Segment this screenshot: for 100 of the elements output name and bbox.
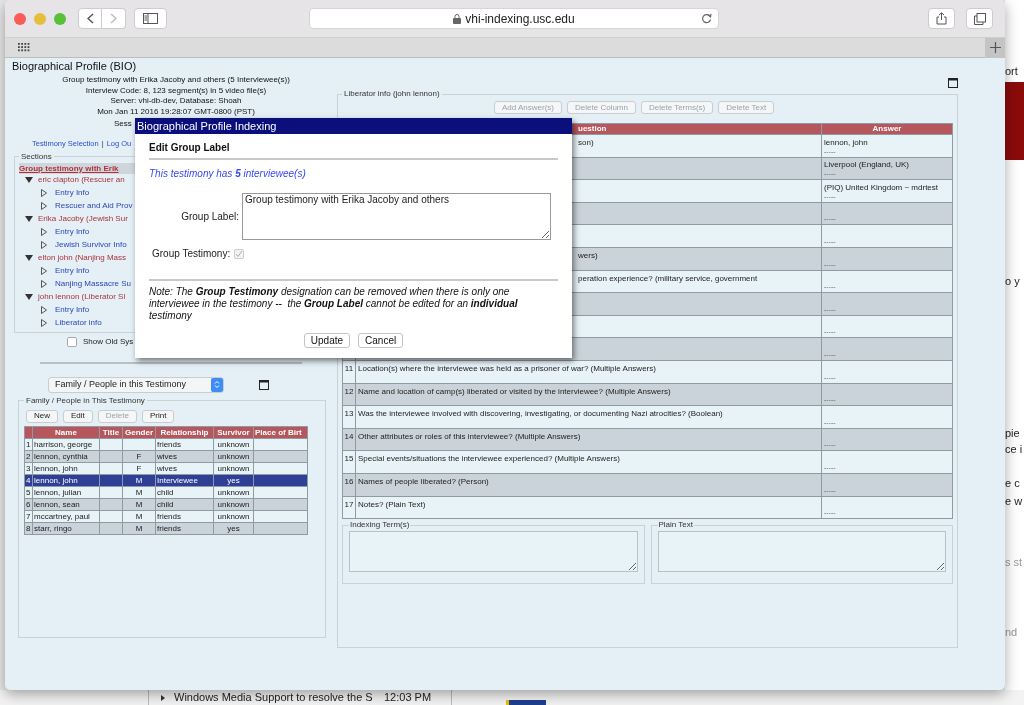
select-field[interactable]: Family / People in this Testimony (48, 376, 224, 393)
checkbox-label: Show Old Sys (83, 335, 134, 348)
legend-text: Indexing Term(s) (349, 519, 411, 532)
new-tab-button[interactable] (985, 37, 1005, 58)
tabs-icon (973, 12, 986, 25)
table-cell (253, 510, 308, 522)
table-cell: M (122, 486, 156, 498)
tabs-button[interactable] (966, 8, 993, 29)
table-cell: yes (213, 522, 254, 534)
row-number: 8 (24, 522, 33, 534)
sidebar-button[interactable] (134, 8, 167, 29)
toolbar-button[interactable]: New (26, 409, 58, 423)
table-cell (253, 474, 308, 486)
question-cell: Location(s) where the interviewee was held as a prisoner of war? (Multiple Answers) (355, 360, 822, 384)
table-cell: unknown (213, 438, 254, 450)
table-cell: child (155, 498, 214, 510)
tree-item[interactable]: eric clapton (Rescuer an (38, 174, 125, 186)
tree-item[interactable]: john lennon (Liberator Sl (38, 291, 126, 303)
table-cell (99, 438, 123, 450)
url-text: vhi-indexing.usc.edu (465, 10, 575, 28)
tree-item[interactable]: elton john (Nanjing Mass (38, 252, 127, 264)
row-number: 3 (24, 462, 33, 474)
address-bar[interactable]: vhi-indexing.usc.edu (309, 8, 719, 29)
table-cell: mccartney, paul (32, 510, 100, 522)
table-cell: lennon, cynthia (32, 450, 100, 462)
table-cell: harrison, george (32, 438, 100, 450)
table-cell: M (122, 498, 156, 510)
background-text: e c (1005, 478, 1020, 489)
tree-item[interactable]: Entry Info (55, 304, 90, 316)
row-number: 17 (342, 496, 356, 519)
background-text: s st (1005, 557, 1023, 568)
question-cell: Names of people liberated? (Person) (355, 473, 822, 496)
toolbar-button[interactable]: Print (141, 409, 175, 423)
table-cell: unknown (213, 498, 254, 510)
column-header: Answer (821, 123, 953, 135)
row-number: 1 (24, 438, 33, 450)
expanded-icon[interactable] (25, 216, 33, 222)
taskbar-item[interactable]: Windows Media Support to resolve the S (174, 689, 384, 705)
collapsed-icon[interactable] (41, 267, 47, 275)
collapsed-icon[interactable] (41, 202, 47, 210)
table-cell (99, 486, 123, 498)
tree-item[interactable]: Entry Info (55, 226, 90, 238)
grid-icon[interactable] (18, 43, 30, 52)
table-cell: yes (213, 474, 254, 486)
share-icon (936, 12, 947, 25)
collapsed-icon[interactable] (41, 319, 47, 327)
toolbar-button[interactable]: Edit (63, 409, 93, 423)
maximize-icon[interactable] (259, 379, 269, 390)
checkbox[interactable] (67, 336, 77, 347)
question-cell: Other attributes or roles of this interviewee? (Multiple Answers) (355, 428, 822, 451)
back-button[interactable] (78, 8, 102, 29)
collapsed-icon[interactable] (41, 228, 47, 236)
tree-item[interactable]: Liberator info (55, 317, 102, 329)
table-cell (253, 462, 308, 474)
tree-item[interactable]: Erika Jacoby (Jewish Sur (38, 213, 128, 225)
app-icon[interactable] (506, 700, 547, 705)
dialog-button[interactable]: Cancel (358, 333, 404, 348)
row-number: 11 (342, 360, 356, 384)
table-cell: lennon, sean (32, 498, 100, 510)
table-cell (253, 438, 308, 450)
collapsed-icon[interactable] (41, 189, 47, 197)
tree-item[interactable]: Nanjing Massacre Su (55, 278, 132, 290)
header-info-text: Sess (114, 119, 132, 130)
table-cell (253, 450, 308, 462)
group-label-field[interactable]: Group testimony with Erika Jacoby and others (242, 193, 551, 240)
expand-icon[interactable] (161, 694, 165, 701)
row-number: 16 (342, 473, 356, 496)
table-cell: unknown (213, 486, 254, 498)
row-number: 15 (342, 450, 356, 474)
row-number: 13 (342, 405, 356, 429)
row-number: 5 (24, 486, 33, 498)
table-cell (253, 486, 308, 498)
expanded-icon[interactable] (25, 294, 33, 300)
header-info-text: Server: vhi-db-dev, Database: Shoah (110, 96, 242, 107)
dialog-button[interactable]: Update (303, 333, 351, 348)
tree-item[interactable]: Entry Info (55, 265, 90, 277)
column-header: Title (99, 426, 123, 438)
maximize-icon[interactable] (948, 78, 958, 88)
collapsed-icon[interactable] (41, 280, 47, 288)
share-button[interactable] (928, 8, 955, 29)
forward-icon (110, 13, 117, 24)
tree-item[interactable]: Jewish Survivor Info (55, 239, 127, 251)
legend-text: Family / People in This Testimony (25, 394, 146, 407)
table-cell (99, 510, 123, 522)
table-cell: M (122, 522, 156, 534)
background-text: ce i (1005, 444, 1023, 455)
collapsed-icon[interactable] (41, 241, 47, 249)
reload-icon[interactable] (701, 13, 712, 24)
page-title: Biographical Profile (BIO) (12, 60, 138, 73)
background-text: e w (1005, 496, 1023, 507)
collapsed-icon[interactable] (41, 306, 47, 314)
column-header: Survivor (213, 426, 254, 438)
question-cell: Notes? (Plain Text) (355, 496, 822, 519)
row-number: 4 (24, 474, 33, 486)
tree-item[interactable]: Rescuer and Aid Prov (55, 200, 133, 212)
stepper-icon (211, 377, 223, 392)
expanded-icon[interactable] (25, 255, 33, 261)
table-cell: unknown (213, 450, 254, 462)
tree-item[interactable]: Entry Info (55, 187, 90, 199)
expanded-icon[interactable] (25, 177, 33, 183)
